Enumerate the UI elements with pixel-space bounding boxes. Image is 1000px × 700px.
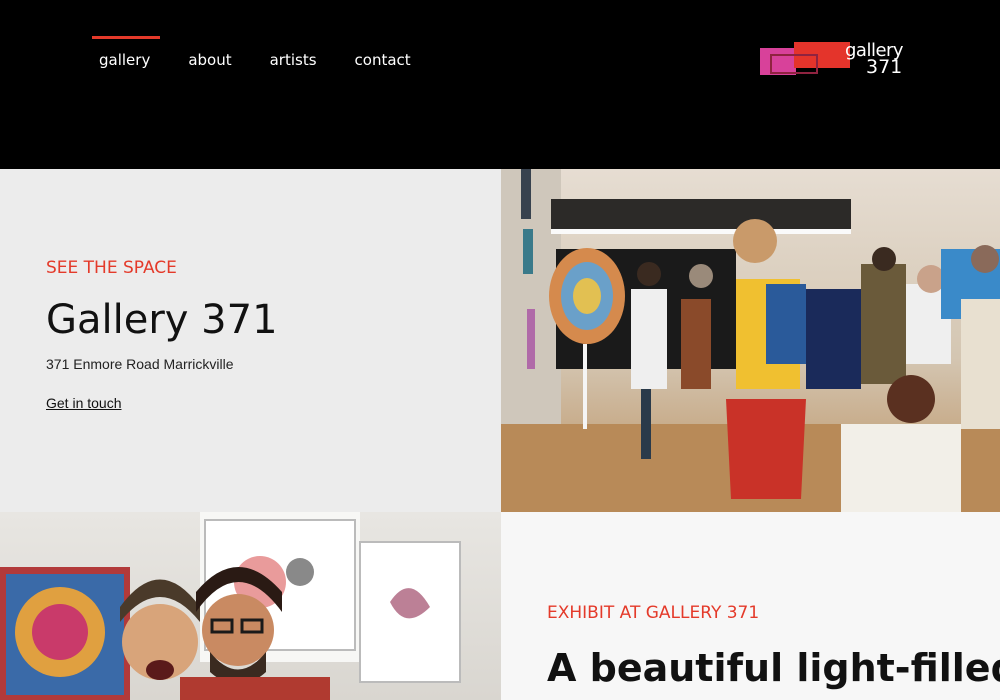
see-the-space-panel: SEE THE SPACE Gallery 371 371 Enmore Roa… [0,169,501,512]
nav-artists[interactable]: artists [270,36,317,69]
nav-artists-label: artists [269,51,317,69]
section-eyebrow: SEE THE SPACE [46,258,177,278]
nav-gallery[interactable]: gallery [92,36,161,69]
gallery-logo[interactable]: gallery 371 [758,40,908,80]
page-title: Gallery 371 [46,297,278,343]
site-header: gallery about artists contact gallery 37… [0,0,1000,169]
nav-gallery-label: gallery [99,51,151,69]
exhibit-title: A beautiful light-filled [547,646,1000,690]
main-nav: gallery about artists contact [92,36,449,69]
address-text: 371 Enmore Road Marrickville [46,356,234,372]
exhibit-eyebrow: EXHIBIT AT GALLERY 371 [547,603,760,623]
artists-illustration [0,512,461,700]
gallery-opening-illustration [501,169,1000,512]
gallery-opening-photo [501,169,1000,512]
nav-contact[interactable]: contact [355,36,411,69]
nav-about[interactable]: about [188,36,231,69]
exhibit-panel: EXHIBIT AT GALLERY 371 A beautiful light… [501,512,1000,700]
artists-photo [0,512,501,700]
nav-active-indicator [92,36,161,39]
logo-outline-block [770,54,818,74]
nav-contact-label: contact [354,51,411,69]
nav-about-label: about [188,51,232,69]
logo-number: 371 [866,56,903,78]
get-in-touch-link[interactable]: Get in touch [46,395,122,411]
